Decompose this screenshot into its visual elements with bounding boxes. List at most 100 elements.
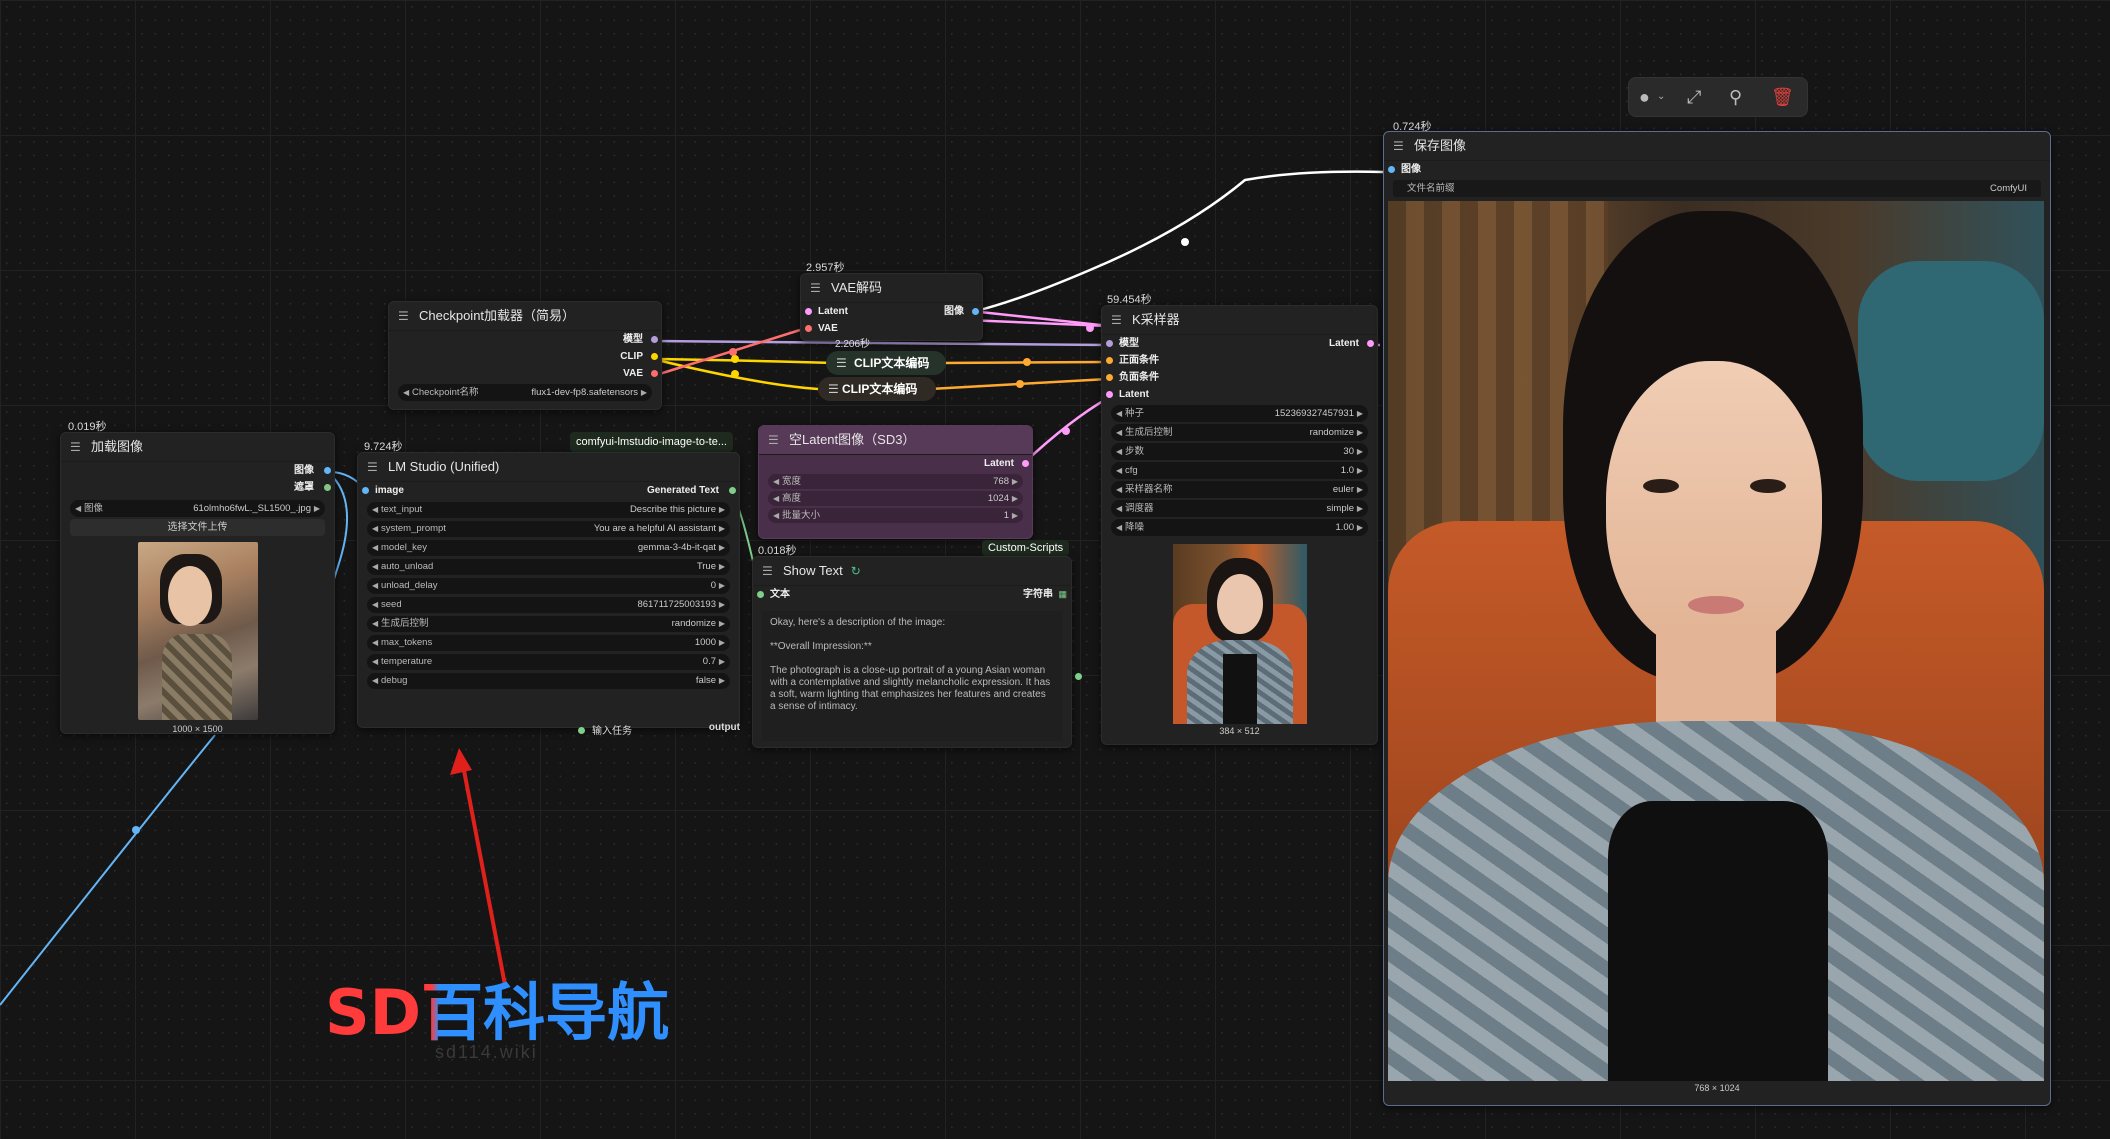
arrow-right-icon[interactable]: ▶ — [1357, 481, 1363, 498]
arrow-left-icon[interactable]: ◀ — [773, 474, 779, 489]
widget-[interactable]: ◀ 调度器 simple ▶ — [1111, 500, 1368, 517]
arrow-left-icon[interactable]: ◀ — [372, 616, 378, 632]
arrow-left-icon[interactable]: ◀ — [1116, 481, 1122, 498]
trash-icon[interactable]: 🗑 — [1771, 86, 1794, 108]
load-image-node[interactable]: ☰ 加载图像 图像 遮罩 ◀ 图像 61olmho6fwL._SL1500_.jpg ▶… — [60, 432, 335, 734]
upload-button[interactable]: 选择文件上传 — [70, 519, 325, 536]
clip-encode-node-1[interactable]: ☰ CLIP文本编码 — [826, 351, 946, 375]
widget-auto-unload[interactable]: ◀ auto_unload True ▶ — [367, 559, 730, 575]
arrow-right-icon[interactable]: ▶ — [1012, 508, 1018, 523]
widget-[interactable]: ◀ 采样器名称 euler ▶ — [1111, 481, 1368, 498]
widget-unload-delay[interactable]: ◀ unload_delay 0 ▶ — [367, 578, 730, 594]
output-vae-socket[interactable] — [651, 370, 658, 377]
input-vae-socket[interactable] — [805, 325, 812, 332]
circle-icon[interactable]: ● — [1639, 86, 1650, 108]
arrow-left-icon[interactable]: ◀ — [372, 654, 378, 670]
menu-icon[interactable]: ☰ — [70, 433, 81, 461]
arrow-right-icon[interactable]: ▶ — [719, 654, 725, 670]
widget-model-key[interactable]: ◀ model_key gemma-3-4b-it-qat ▶ — [367, 540, 730, 556]
checkpoint-widget[interactable]: ◀ Checkpoint名称 flux1-dev-fp8.safetensors ▶ — [398, 384, 652, 401]
arrow-right-icon[interactable]: ▶ — [719, 673, 725, 689]
floating-socket[interactable] — [1075, 673, 1082, 680]
arrow-right-icon[interactable]: ▶ — [314, 500, 320, 517]
widget-[interactable]: ◀ 生成后控制 randomize ▶ — [1111, 424, 1368, 441]
chevron-down-icon[interactable]: ⌄ — [1657, 86, 1665, 108]
arrow-right-icon[interactable]: ▶ — [1357, 462, 1363, 479]
arrow-right-icon[interactable]: ▶ — [1012, 474, 1018, 489]
input-socket[interactable] — [578, 727, 585, 734]
clip-encode-node-2[interactable]: ☰ CLIP文本编码 — [818, 377, 936, 401]
arrow-right-icon[interactable]: ▶ — [719, 597, 725, 613]
node-title-bar[interactable]: ☰ VAE解码 — [801, 274, 982, 303]
input-image-socket[interactable] — [362, 487, 369, 494]
arrow-left-icon[interactable]: ◀ — [372, 540, 378, 556]
output-clip-socket[interactable] — [651, 353, 658, 360]
arrow-left-icon[interactable]: ◀ — [773, 508, 779, 523]
widget-[interactable]: ◀ 高度 1024 ▶ — [768, 491, 1023, 506]
arrow-left-icon[interactable]: ◀ — [372, 597, 378, 613]
node-title-bar[interactable]: ☰ Show Text ↻ — [753, 557, 1071, 586]
arrow-left-icon[interactable]: ◀ — [372, 502, 378, 518]
menu-icon[interactable]: ☰ — [768, 426, 779, 454]
input-negative-socket[interactable] — [1106, 374, 1113, 381]
ksampler-node[interactable]: ☰ K采样器 模型 Latent 正面条件 负面条件 Latent ◀ 种子 15236… — [1101, 305, 1378, 745]
node-title-bar[interactable]: ☰ 保存图像 — [1384, 132, 2050, 161]
arrow-right-icon[interactable]: ▶ — [641, 384, 647, 401]
arrow-right-icon[interactable]: ▶ — [1357, 405, 1363, 422]
arrow-right-icon[interactable]: ▶ — [1357, 424, 1363, 441]
widget-max-tokens[interactable]: ◀ max_tokens 1000 ▶ — [367, 635, 730, 651]
widget-temperature[interactable]: ◀ temperature 0.7 ▶ — [367, 654, 730, 670]
output-latent-socket[interactable] — [1367, 340, 1374, 347]
arrow-right-icon[interactable]: ▶ — [719, 540, 725, 556]
output-model-socket[interactable] — [651, 336, 658, 343]
widget-[interactable]: ◀ 降噪 1.00 ▶ — [1111, 519, 1368, 536]
node-title-bar[interactable]: ☰ LM Studio (Unified) — [358, 453, 739, 482]
input-model-socket[interactable] — [1106, 340, 1113, 347]
menu-icon[interactable]: ☰ — [762, 557, 773, 585]
arrow-left-icon[interactable]: ◀ — [773, 491, 779, 506]
menu-icon[interactable]: ☰ — [836, 351, 847, 375]
arrow-left-icon[interactable]: ◀ — [372, 559, 378, 575]
widget-[interactable]: ◀ 生成后控制 randomize ▶ — [367, 616, 730, 632]
menu-icon[interactable]: ☰ — [367, 453, 378, 481]
arrow-left-icon[interactable]: ◀ — [372, 521, 378, 537]
arrow-right-icon[interactable]: ▶ — [1357, 519, 1363, 536]
pin-icon[interactable]: ⚲ — [1729, 86, 1742, 108]
widget-seed[interactable]: ◀ seed 861711725003193 ▶ — [367, 597, 730, 613]
arrow-left-icon[interactable]: ◀ — [1116, 500, 1122, 517]
node-title-bar[interactable]: ☰ Checkpoint加载器（简易） — [389, 302, 661, 331]
arrow-right-icon[interactable]: ▶ — [719, 502, 725, 518]
output-mask-socket[interactable] — [324, 484, 331, 491]
input-image-socket[interactable] — [1388, 166, 1395, 173]
arrow-right-icon[interactable]: ▶ — [719, 559, 725, 575]
arrow-left-icon[interactable]: ◀ — [1116, 519, 1122, 536]
arrow-right-icon[interactable]: ▶ — [1357, 443, 1363, 460]
arrow-right-icon[interactable]: ▶ — [719, 616, 725, 632]
vae-decode-node[interactable]: ☰ VAE解码 Latent 图像 VAE — [800, 273, 983, 341]
save-image-node[interactable]: ☰ 保存图像 图像 文件名前缀 ComfyUI 768 × 1024 — [1383, 131, 2051, 1106]
arrow-right-icon[interactable]: ▶ — [719, 521, 725, 537]
arrow-left-icon[interactable]: ◀ — [372, 635, 378, 651]
input-latent-socket[interactable] — [1106, 391, 1113, 398]
show-text-node[interactable]: ☰ Show Text ↻ 文本 字符串 ▦ Okay, here's a descri… — [752, 556, 1072, 748]
arrow-left-icon[interactable]: ◀ — [372, 578, 378, 594]
widget-system-prompt[interactable]: ◀ system_prompt You are a helpful AI assis… — [367, 521, 730, 537]
node-title-bar[interactable]: ☰ 空Latent图像（SD3） — [759, 426, 1032, 455]
input-text-socket[interactable] — [757, 591, 764, 598]
arrow-left-icon[interactable]: ◀ — [403, 384, 409, 401]
node-title-bar[interactable]: ☰ K采样器 — [1102, 306, 1377, 335]
input-latent-socket[interactable] — [805, 308, 812, 315]
menu-icon[interactable]: ☰ — [1111, 306, 1122, 334]
arrow-left-icon[interactable]: ◀ — [372, 673, 378, 689]
arrow-right-icon[interactable]: ▶ — [719, 635, 725, 651]
arrow-left-icon[interactable]: ◀ — [1116, 424, 1122, 441]
checkpoint-node[interactable]: ☰ Checkpoint加载器（简易） 模型 CLIP VAE ◀ Checkpoi… — [388, 301, 662, 410]
arrow-left-icon[interactable]: ◀ — [1116, 443, 1122, 460]
arrow-left-icon[interactable]: ◀ — [75, 500, 81, 517]
group-tag[interactable]: comfyui-lmstudio-image-to-te... — [570, 432, 733, 452]
node-title-bar[interactable]: ☰ 加载图像 — [61, 433, 334, 462]
lm-studio-node[interactable]: ☰ LM Studio (Unified) image Generated Text… — [357, 452, 740, 728]
arrow-right-icon[interactable]: ▶ — [1012, 491, 1018, 506]
refresh-icon[interactable]: ↻ — [851, 564, 861, 578]
wand-icon[interactable]: ⤢ — [1687, 86, 1701, 108]
